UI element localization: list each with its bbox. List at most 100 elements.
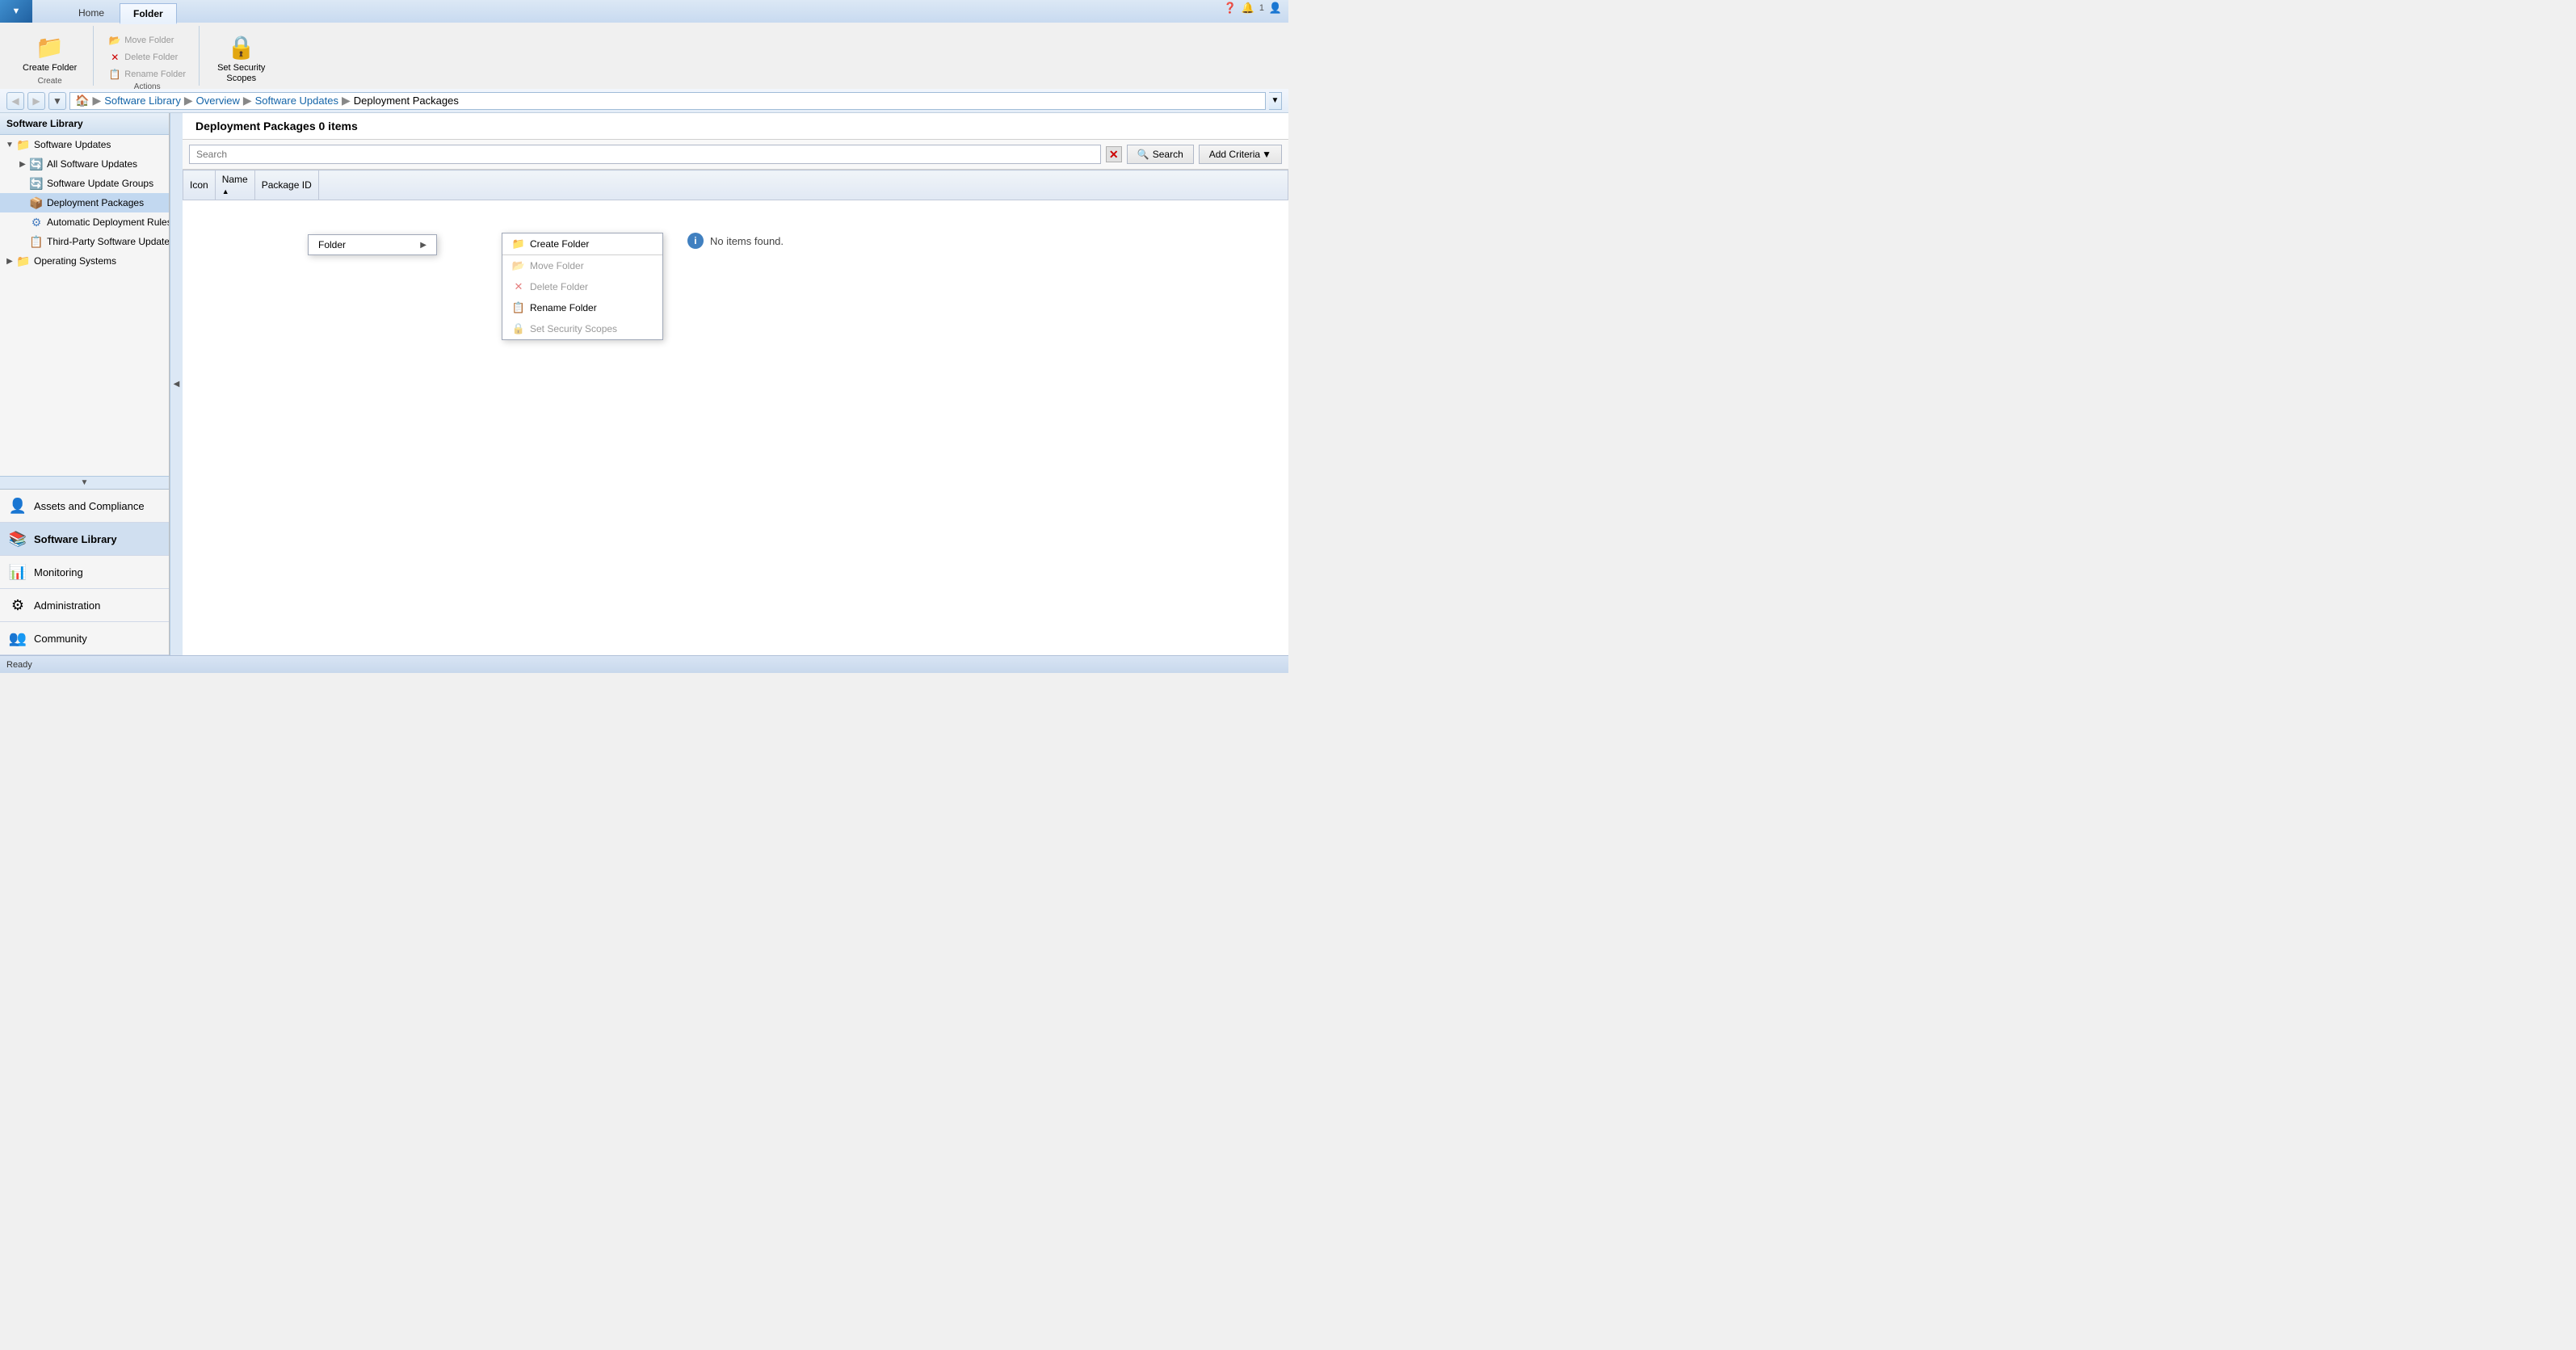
breadcrumb-path: 🏠 ▶ Software Library ▶ Overview ▶ Softwa…	[69, 92, 1266, 110]
ribbon-group-security: 🔒 Set SecurityScopes	[201, 26, 281, 86]
ribbon-group-actions-label: Actions	[134, 82, 161, 93]
label-all-software-updates: All Software Updates	[47, 158, 137, 170]
sidebar-header: Software Library	[0, 113, 169, 135]
move-folder-button[interactable]: 📂 Move Folder	[105, 32, 189, 48]
sidebar-collapse-button[interactable]: ◀	[170, 113, 183, 655]
back-button[interactable]: ◀	[6, 92, 24, 110]
submenu-delete-folder[interactable]: ✕ Delete Folder	[502, 276, 662, 297]
label-third-party-catalogs: Third-Party Software Update Catalogs	[47, 236, 169, 247]
tree-item-operating-systems[interactable]: ▶ 📁 Operating Systems	[0, 251, 169, 271]
create-folder-icon: 📁	[36, 32, 65, 61]
submenu-create-folder[interactable]: 📁 Create Folder	[502, 233, 662, 255]
ribbon-group-security-items: 🔒 Set SecurityScopes	[211, 26, 271, 87]
rename-folder-submenu-label: Rename Folder	[530, 302, 597, 313]
folder-submenu[interactable]: 📁 Create Folder 📂 Move Folder ✕ Delete F…	[502, 233, 663, 340]
set-security-scopes-button[interactable]: 🔒 Set SecurityScopes	[211, 29, 271, 87]
breadcrumb-dropdown-button[interactable]: ▼	[1269, 92, 1282, 110]
ribbon-group-create: 📁 Create Folder Create	[6, 26, 94, 86]
search-input[interactable]	[189, 145, 1101, 164]
home-icon: 🏠	[75, 94, 89, 107]
bell-icon[interactable]: 🔔	[1242, 2, 1254, 15]
rename-folder-icon: 📋	[108, 68, 121, 81]
submenu-set-security-scopes[interactable]: 🔒 Set Security Scopes	[502, 318, 662, 339]
add-criteria-arrow: ▼	[1262, 149, 1271, 160]
sidebar-scroll[interactable]: ▼ 📁 Software Updates ▶ 🔄 All Software Up…	[0, 135, 169, 476]
monitoring-icon: 📊	[8, 562, 27, 582]
info-icon: i	[687, 233, 704, 249]
tab-folder[interactable]: Folder	[120, 3, 177, 24]
expander-all-software[interactable]: ▶	[16, 158, 29, 170]
table-header: Icon Name Package ID	[183, 170, 1288, 200]
submenu-rename-folder[interactable]: 📋 Rename Folder	[502, 297, 662, 318]
tree-item-auto-deployment-rules[interactable]: ⚙ Automatic Deployment Rules	[0, 212, 169, 232]
breadcrumb-current: Deployment Packages	[354, 95, 459, 107]
status-text: Ready	[6, 660, 32, 670]
icon-update-groups: 🔄	[29, 176, 44, 191]
delete-folder-icon: ✕	[108, 51, 121, 64]
tree-item-software-updates[interactable]: ▼ 📁 Software Updates	[0, 135, 169, 154]
create-folder-label: Create Folder	[23, 63, 77, 74]
search-button[interactable]: 🔍 Search	[1127, 145, 1194, 164]
delete-folder-submenu-icon: ✕	[512, 280, 525, 293]
tree-item-all-software-updates[interactable]: ▶ 🔄 All Software Updates	[0, 154, 169, 174]
breadcrumb-software-updates[interactable]: Software Updates	[255, 95, 338, 107]
delete-folder-label: Delete Folder	[124, 53, 178, 62]
label-auto-deployment-rules: Automatic Deployment Rules	[47, 217, 169, 228]
icon-operating-systems: 📁	[16, 254, 31, 268]
expander-software-updates[interactable]: ▼	[3, 138, 16, 151]
context-menu[interactable]: Folder ▶	[308, 234, 437, 255]
help-icon[interactable]: ❓	[1224, 2, 1237, 15]
delete-folder-button[interactable]: ✕ Delete Folder	[105, 49, 189, 65]
move-folder-icon: 📂	[108, 34, 121, 47]
col-header-icon[interactable]: Icon	[183, 170, 216, 200]
tree-item-third-party-catalogs[interactable]: 📋 Third-Party Software Update Catalogs	[0, 232, 169, 251]
set-security-scopes-label: Set SecurityScopes	[217, 63, 265, 84]
assets-icon: 👤	[8, 496, 27, 515]
software-library-nav-icon: 📚	[8, 529, 27, 549]
add-criteria-button[interactable]: Add Criteria ▼	[1199, 145, 1282, 164]
nav-section-software-library[interactable]: 📚 Software Library	[0, 523, 169, 556]
sidebar: Software Library ▼ 📁 Software Updates ▶ …	[0, 113, 170, 655]
create-folder-submenu-label: Create Folder	[530, 238, 589, 250]
ribbon-group-actions: 📂 Move Folder ✕ Delete Folder 📋 Rename F…	[95, 26, 200, 86]
context-folder-label: Folder	[318, 239, 346, 250]
search-clear-button[interactable]: ✕	[1106, 146, 1122, 162]
col-header-name[interactable]: Name	[215, 170, 254, 200]
icon-third-party: 📋	[29, 234, 44, 249]
col-name-label: Name	[222, 174, 248, 185]
monitoring-label: Monitoring	[34, 566, 83, 578]
search-label: Search	[1153, 149, 1183, 160]
sidebar-scroll-down[interactable]: ▼	[0, 476, 169, 489]
app-menu-button[interactable]: ▼	[0, 0, 32, 23]
nav-section-community[interactable]: 👥 Community	[0, 622, 169, 655]
tree-item-software-update-groups[interactable]: 🔄 Software Update Groups	[0, 174, 169, 193]
move-folder-label: Move Folder	[124, 36, 174, 45]
nav-section-assets[interactable]: 👤 Assets and Compliance	[0, 490, 169, 523]
dropdown-button[interactable]: ▼	[48, 92, 66, 110]
ribbon-small-buttons: 📂 Move Folder ✕ Delete Folder 📋 Rename F…	[105, 29, 189, 82]
sidebar-container: Software Library ▼ 📁 Software Updates ▶ …	[0, 113, 183, 655]
icon-all-software: 🔄	[29, 157, 44, 171]
content-area: Deployment Packages 0 items ✕ 🔍 Search A…	[183, 113, 1288, 655]
expander-operating-systems[interactable]: ▶	[3, 254, 16, 267]
context-menu-folder[interactable]: Folder ▶	[309, 235, 436, 254]
tab-home[interactable]: Home	[65, 2, 118, 23]
col-icon-label: Icon	[190, 179, 208, 191]
create-folder-submenu-icon: 📁	[512, 238, 525, 250]
status-bar: Ready	[0, 655, 1288, 673]
nav-section-monitoring[interactable]: 📊 Monitoring	[0, 556, 169, 589]
breadcrumb-overview[interactable]: Overview	[196, 95, 240, 107]
expander-update-groups	[16, 177, 29, 190]
nav-section-administration[interactable]: ⚙ Administration	[0, 589, 169, 622]
user-icon[interactable]: 👤	[1269, 2, 1282, 15]
submenu-move-folder[interactable]: 📂 Move Folder	[502, 255, 662, 276]
rename-folder-button[interactable]: 📋 Rename Folder	[105, 66, 189, 82]
create-folder-button[interactable]: 📁 Create Folder	[16, 29, 83, 77]
breadcrumb-software-library[interactable]: Software Library	[104, 95, 181, 107]
app-menu-arrow: ▼	[12, 6, 21, 16]
forward-button[interactable]: ▶	[27, 92, 45, 110]
tree-item-deployment-packages[interactable]: 📦 Deployment Packages	[0, 193, 169, 212]
icon-auto-rules: ⚙	[29, 215, 44, 229]
col-header-package-id[interactable]: Package ID	[254, 170, 318, 200]
expander-third-party	[16, 235, 29, 248]
